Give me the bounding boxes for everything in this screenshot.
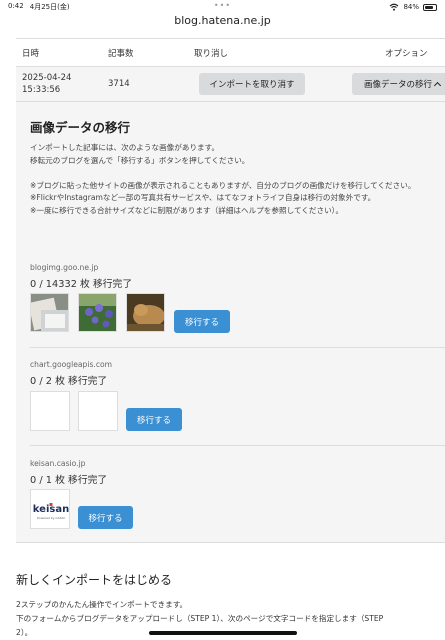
image-migration-panel: 画像データの移行 インポートした記事には、次のような画像があります。 移転元のブ… <box>16 102 445 543</box>
import-table-header: 日時 記事数 取り消し オプション <box>16 38 445 66</box>
status-time: 0:42 <box>8 2 24 10</box>
source-host: blogimg.goo.ne.jp <box>30 263 99 272</box>
divider <box>30 347 445 348</box>
source-progress: 0 / 2 枚 移行完了 <box>30 376 108 387</box>
migrate-button[interactable]: 移行する <box>78 506 133 529</box>
row-datetime: 2025-04-24 15:33:56 <box>16 72 108 96</box>
battery-level <box>425 5 433 9</box>
column-date: 日時 <box>22 48 40 59</box>
panel-description: インポートした記事には、次のような画像があります。 移転元のブログを選んで「移行… <box>30 142 433 218</box>
divider <box>30 445 445 446</box>
home-indicator[interactable] <box>148 631 297 635</box>
migrate-button[interactable]: 移行する <box>174 310 230 333</box>
column-count: 記事数 <box>108 48 134 59</box>
column-cancel: 取り消し <box>194 48 229 59</box>
cancel-import-button[interactable]: インポートを取り消す <box>199 73 305 95</box>
table-row: 2025-04-24 15:33:56 3714 インポートを取り消す 画像デー… <box>16 66 445 102</box>
row-date: 2025-04-24 <box>22 73 72 83</box>
battery-icon <box>423 3 437 11</box>
chevron-up-icon <box>433 81 442 89</box>
source-host: keisan.casio.jp <box>30 459 86 468</box>
battery-percent: 84% <box>403 3 419 11</box>
image-migration-toggle-button[interactable]: 画像データの移行 <box>352 73 445 95</box>
keisan-logo-subtext: Powered by CASIO <box>37 516 65 520</box>
image-thumbnail <box>78 293 117 332</box>
image-thumbnail-blank <box>30 391 70 431</box>
source-host: chart.googleapis.com <box>30 360 113 369</box>
image-thumbnail <box>30 293 69 332</box>
source-progress: 0 / 14332 枚 移行完了 <box>30 279 133 290</box>
migrate-button[interactable]: 移行する <box>126 408 182 431</box>
source-progress: 0 / 1 枚 移行完了 <box>30 475 108 486</box>
intro-line-2: 移転元のブログを選んで「移行する」ボタンを押してください。 <box>30 155 250 165</box>
new-import-line-2: 下のフォームからブログデータをアップロードし（STEP 1）、次のページで文字コ… <box>16 614 384 623</box>
note-3: ※一度に移行できる合計サイズなどに制限があります（詳細はヘルプを参照してください… <box>30 205 344 215</box>
address-bar[interactable]: blog.hatena.ne.jp <box>0 14 445 36</box>
image-migration-toggle-label: 画像データの移行 <box>363 80 432 90</box>
image-thumbnail <box>126 293 165 332</box>
panel-title: 画像データの移行 <box>30 120 131 135</box>
keisan-logo-image: keisan Powered by CASIO <box>30 489 70 529</box>
status-date: 4月25日(金) <box>29 3 70 11</box>
multitask-dots-icon[interactable]: ••• <box>214 1 231 10</box>
new-import-line-1: 2ステップのかんたん操作でインポートできます。 <box>16 600 188 609</box>
intro-line-1: インポートした記事には、次のような画像があります。 <box>30 143 220 152</box>
url-text: blog.hatena.ne.jp <box>174 14 271 27</box>
note-1: ※ブログに貼った他サイトの画像が表示されることもありますが、自分のブログの画像だ… <box>30 180 416 190</box>
wifi-icon <box>390 3 399 11</box>
column-option: オプション <box>385 48 428 59</box>
note-2: ※FlickrやInstagramなど一部の写真共有サービスや、はてなフォトライ… <box>30 193 376 203</box>
row-article-count: 3714 <box>108 79 130 89</box>
new-import-title: 新しくインポートをはじめる <box>16 573 173 587</box>
image-thumbnail-blank <box>78 391 118 431</box>
row-time: 15:33:56 <box>22 85 61 95</box>
